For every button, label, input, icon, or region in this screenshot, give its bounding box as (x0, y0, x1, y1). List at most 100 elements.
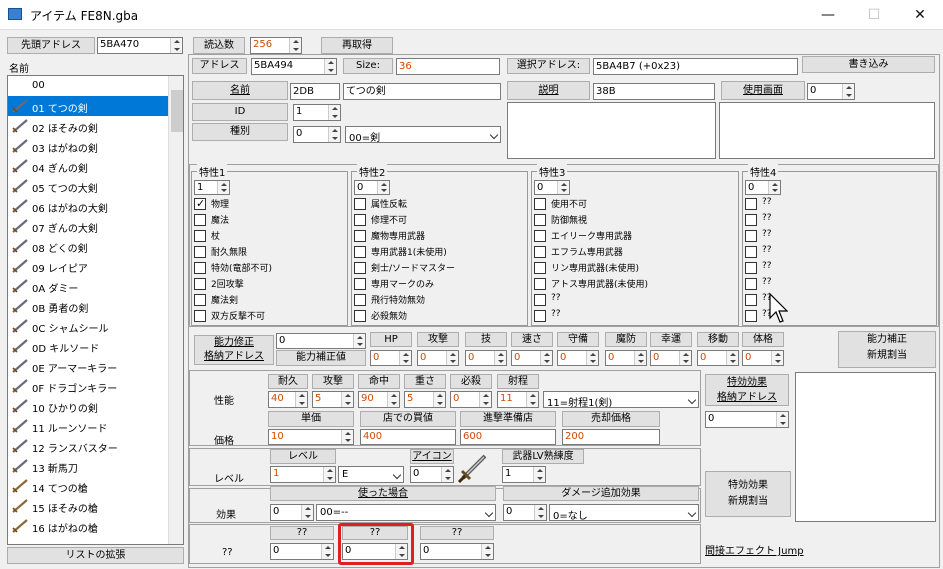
maximize-button[interactable]: ☐ (851, 0, 897, 30)
type-button[interactable]: 種別 (192, 123, 288, 141)
trait-checkbox-row[interactable]: ?? (534, 293, 736, 309)
list-item[interactable]: 05 てつの大剣 (8, 176, 183, 196)
indirect-effect-jump-link[interactable]: 間接エフェクト Jump (705, 542, 804, 557)
trait-checkbox[interactable] (354, 294, 366, 306)
list-item[interactable]: 01 てつの剣 (8, 96, 183, 116)
description-button[interactable]: 説明 (507, 81, 590, 100)
trait-checkbox[interactable] (194, 197, 206, 210)
trait-value-input[interactable]: 0 (354, 180, 390, 195)
trait-checkbox[interactable] (354, 230, 366, 242)
trait-checkbox-row[interactable]: 属性反転 (354, 197, 525, 213)
damage-effect-combo[interactable]: 0=なし (549, 504, 699, 522)
trait-checkbox-row[interactable]: 修理不可 (354, 213, 525, 229)
ability-input-arrows[interactable] (494, 351, 506, 365)
trait-checkbox[interactable] (354, 278, 366, 290)
trait-checkbox[interactable] (745, 262, 757, 274)
trait-value-input-arrows[interactable] (768, 181, 780, 194)
list-item[interactable]: 16 はがねの槍 (8, 516, 183, 536)
trait-checkbox-row[interactable]: 物理 (194, 197, 345, 213)
ability-input[interactable]: 0 (370, 350, 412, 366)
special-effect-list[interactable] (795, 372, 936, 522)
ability-address-input[interactable]: 0 (276, 333, 366, 349)
trait-checkbox[interactable] (534, 230, 546, 242)
trait-checkbox[interactable] (745, 278, 757, 290)
ability-input[interactable]: 0 (417, 350, 459, 366)
trait-checkbox[interactable] (354, 198, 366, 210)
trait-checkbox-row[interactable]: ?? (745, 213, 934, 229)
description-id-value[interactable]: 38B (593, 83, 715, 100)
trait-checkbox[interactable] (745, 214, 757, 226)
special-new-allocate-button[interactable]: 特効効果 新規割当 (705, 471, 791, 517)
trait-checkbox-row[interactable]: 専用マークのみ (354, 277, 525, 293)
trait-checkbox[interactable] (534, 278, 546, 290)
list-item[interactable]: 15 ほそみの槍 (8, 496, 183, 516)
ability-input[interactable]: 0 (650, 350, 692, 366)
list-scrollbar[interactable] (168, 76, 183, 544)
use-screen-text-box[interactable] (719, 102, 935, 159)
trait-checkbox[interactable] (534, 214, 546, 226)
trait-checkbox-row[interactable]: ?? (534, 309, 736, 325)
trait-checkbox[interactable] (534, 294, 546, 306)
trait-checkbox-row[interactable]: 特効(竜部不可) (194, 261, 345, 277)
trait-checkbox[interactable] (745, 310, 757, 322)
list-item[interactable]: 06 はがねの大剣 (8, 196, 183, 216)
performance-input[interactable]: 5 (404, 391, 446, 408)
expand-list-button[interactable]: リストの拡張 (7, 547, 184, 564)
ability-input-arrows[interactable] (446, 351, 458, 365)
weapon-rank-combo[interactable]: E (338, 466, 404, 483)
icon-input[interactable]: 0 (410, 466, 454, 483)
trait-checkbox[interactable] (354, 214, 366, 226)
list-item[interactable]: 0E アーマーキラー (8, 356, 183, 376)
list-item[interactable]: 13 斬馬刀 (8, 456, 183, 476)
range-combo[interactable]: 11=射程1(剣) (543, 391, 699, 409)
list-item[interactable]: 0F ドラゴンキラー (8, 376, 183, 396)
trait-checkbox[interactable] (534, 310, 546, 322)
list-item[interactable]: 10 ひかりの剣 (8, 396, 183, 416)
id-button[interactable]: ID (192, 103, 288, 121)
trait-checkbox[interactable] (194, 310, 206, 322)
address-input[interactable]: 5BA494 (251, 58, 337, 75)
trait-checkbox-row[interactable]: リン専用武器(未使用) (534, 261, 736, 277)
trait-checkbox-row[interactable]: 魔法 (194, 213, 345, 229)
ability-address-button[interactable]: 能力修正 格納アドレス (194, 335, 274, 365)
trait-checkbox-row[interactable]: 双方反撃不可 (194, 309, 345, 325)
trait-checkbox[interactable] (534, 246, 546, 258)
trait-checkbox[interactable] (354, 262, 366, 274)
list-item[interactable]: 12 ランスバスター (8, 436, 183, 456)
trait-value-input-arrows[interactable] (557, 181, 569, 194)
trait-value-input-arrows[interactable] (377, 181, 389, 194)
trait-checkbox[interactable] (534, 262, 546, 274)
icon-button[interactable]: アイコン (410, 449, 454, 464)
list-scroll-thumb[interactable] (171, 90, 183, 132)
performance-input-arrows[interactable] (295, 392, 307, 407)
trait-checkbox[interactable] (354, 310, 366, 322)
name-text[interactable]: てつの剣 (343, 83, 501, 100)
close-button[interactable]: ✕ (897, 0, 943, 30)
damage-effect-input[interactable]: 0 (503, 504, 547, 521)
trait-checkbox[interactable] (194, 262, 206, 274)
trait-checkbox-row[interactable]: 防御無視 (534, 213, 736, 229)
ability-input-arrows[interactable] (771, 351, 783, 365)
performance-input[interactable]: 40 (268, 391, 308, 408)
ability-input-arrows[interactable] (540, 351, 552, 365)
trait-checkbox[interactable] (194, 294, 206, 306)
performance-input-arrows[interactable] (479, 392, 491, 407)
list-item[interactable]: 00 (8, 76, 183, 96)
trait-checkbox-row[interactable]: エフラム専用武器 (534, 245, 736, 261)
used-effect-input[interactable]: 0 (270, 504, 314, 521)
performance-input[interactable]: 0 (450, 391, 492, 408)
list-item[interactable]: 04 ぎんの剣 (8, 156, 183, 176)
trait-checkbox[interactable] (194, 214, 206, 226)
trait-checkbox-row[interactable]: エイリーク専用武器 (534, 229, 736, 245)
use-screen-button[interactable]: 使用画面 (721, 81, 805, 100)
trait-checkbox-row[interactable]: ?? (745, 245, 934, 261)
list-item[interactable]: 08 どくの剣 (8, 236, 183, 256)
ability-input-arrows[interactable] (679, 351, 691, 365)
type-input[interactable]: 0 (293, 126, 341, 143)
trait-checkbox-row[interactable]: ?? (745, 277, 934, 293)
unknown3-input[interactable]: 0 (420, 543, 494, 560)
trait-checkbox[interactable] (194, 230, 206, 242)
ability-input[interactable]: 0 (465, 350, 507, 366)
list-item[interactable]: 11 ルーンソード (8, 416, 183, 436)
list-item[interactable]: 07 ぎんの大剣 (8, 216, 183, 236)
